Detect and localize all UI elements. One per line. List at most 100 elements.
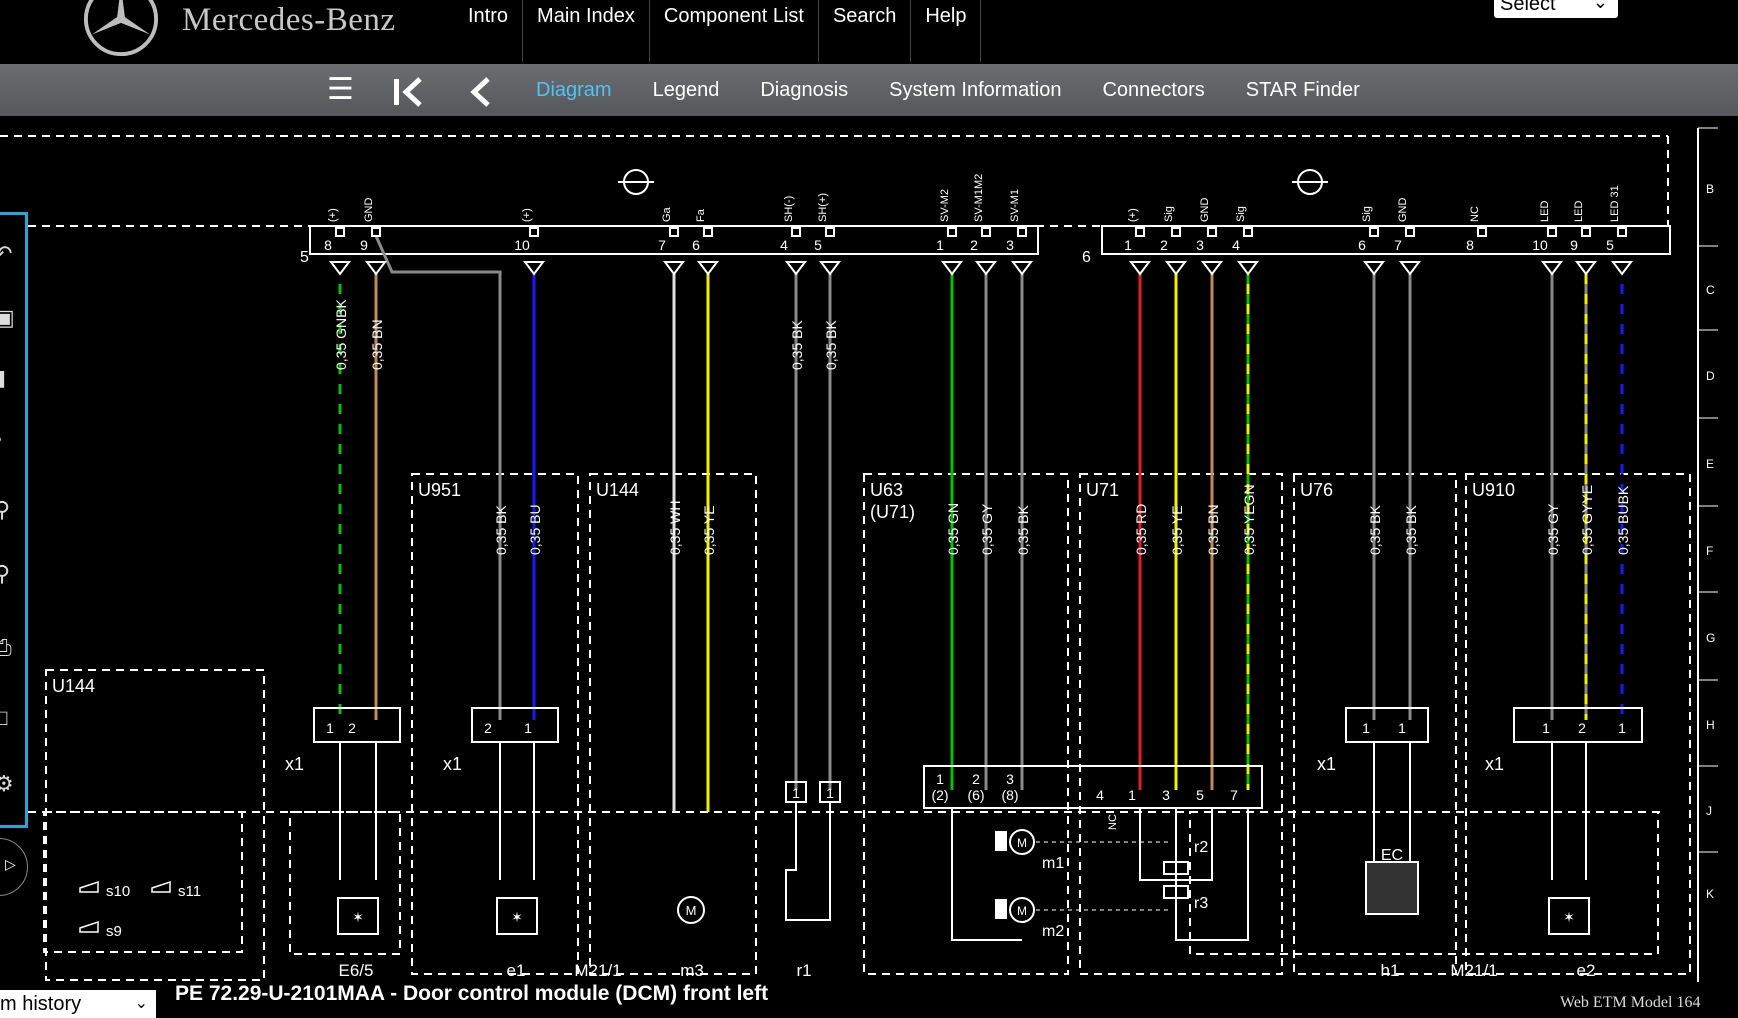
motor-letter: M: [1017, 904, 1027, 918]
wire-label: 0,35 YEGN: [1241, 484, 1257, 555]
pin-number: 3: [1196, 237, 1204, 253]
pin-signal: Sig: [1163, 206, 1175, 222]
motor-letter: M: [1017, 836, 1027, 850]
side-toolbar: ↶ ▣ ▮ • ⚲ ⚲ ⎙ □ ⚙: [0, 212, 28, 828]
component-box: [1189, 811, 1659, 955]
motor-letter: M: [686, 903, 697, 918]
wire-label: 0,35 YE: [701, 505, 717, 555]
pin-arrow: [941, 261, 963, 276]
bottom-label: M21/1: [574, 961, 621, 980]
wire-label: 0,35 BK: [1367, 505, 1383, 555]
wire-label: 0,35 GNBK: [333, 299, 349, 370]
section-sub: (U71): [870, 502, 915, 522]
undo-icon[interactable]: ↶: [0, 241, 12, 267]
pin-arrow: [1237, 261, 1259, 276]
mid-pin: (8): [1001, 787, 1018, 803]
brand-name: Mercedes-Benz: [182, 2, 396, 38]
switch-icon: [151, 880, 171, 893]
diagram-toolbar: ☰ Diagram Legend Diagnosis System Inform…: [0, 64, 1738, 116]
wire-label: 0,35 BK: [1015, 505, 1031, 555]
footer-model: Web ETM Model 164: [1560, 994, 1701, 1011]
pin-arrow: [329, 261, 351, 276]
pin-arrow: [697, 261, 719, 276]
wiring-diagram[interactable]: B C D E F G H J K 5 6 (+) 8 GND 9 (+) 10 Ga 7 Fa 6 SH(-) 4 SH(+…: [0, 116, 1738, 982]
bottom-label: h1: [1381, 961, 1400, 980]
bar-icon[interactable]: ▮: [0, 365, 6, 391]
component-box: [289, 811, 401, 955]
tab-system-information[interactable]: System Information: [889, 64, 1061, 116]
wire-label: 0,35 WH: [667, 501, 683, 555]
tab-star-finder[interactable]: STAR Finder: [1246, 64, 1360, 116]
tab-legend[interactable]: Legend: [653, 64, 720, 116]
wire-label: 0,35 GN: [945, 503, 961, 555]
section-id: U910: [1472, 480, 1515, 500]
wire-label: 0,35 BK: [789, 320, 805, 370]
wire-label: 0,35 BK: [1403, 505, 1419, 555]
wire-label: 0,35 GY: [979, 503, 995, 555]
nav-help[interactable]: Help: [911, 0, 982, 62]
settings-icon[interactable]: ⚙: [0, 771, 14, 797]
lamp-icon: ✶: [1563, 909, 1575, 925]
mercedes-star-icon[interactable]: [82, 0, 160, 58]
page-icon[interactable]: ▣: [0, 305, 15, 331]
x1-label: x1: [443, 754, 462, 774]
wire-label: 0,35 BK: [493, 505, 509, 555]
frame-icon[interactable]: □: [0, 705, 7, 731]
bottom-label: m3: [680, 961, 704, 980]
pin-signal: (+): [521, 208, 533, 222]
grid-letter: D: [1706, 369, 1715, 383]
x1-label: x1: [285, 754, 304, 774]
nav-main-index[interactable]: Main Index: [523, 0, 650, 62]
tab-diagram[interactable]: Diagram: [536, 64, 612, 116]
pin-arrow: [785, 261, 807, 276]
zoom-out-icon[interactable]: ⚲: [0, 561, 10, 587]
pin-socket: [947, 227, 957, 237]
pin-signal: SV-M2: [939, 189, 951, 222]
grid-letter: E: [1706, 457, 1714, 471]
pin-arrow: [523, 261, 545, 276]
tab-connectors[interactable]: Connectors: [1102, 64, 1204, 116]
pot-wiring: [1139, 808, 1249, 941]
model-select[interactable]: Select ⌄: [1494, 0, 1618, 18]
pin-arrow: [1165, 261, 1187, 276]
pin-arrow: [663, 261, 685, 276]
nav-search[interactable]: Search: [819, 0, 912, 62]
tab-diagnosis[interactable]: Diagnosis: [760, 64, 848, 116]
nav-component-list[interactable]: Component List: [650, 0, 819, 62]
pin-signal: (+): [1127, 208, 1139, 222]
diagram-frame: [0, 127, 1718, 982]
pin-signal: Ga: [661, 206, 673, 222]
lamp-icon: ✶: [352, 909, 364, 925]
grid-letter: K: [1706, 887, 1714, 901]
pin-socket: [1017, 227, 1027, 237]
sensor-pin-label: 1: [826, 785, 834, 801]
pin-signal: SH(-): [783, 196, 795, 222]
pin-number: 8: [324, 237, 332, 253]
pin-number: 3: [1006, 237, 1014, 253]
print-icon[interactable]: ⎙: [0, 635, 12, 661]
pin-number: 8: [1466, 237, 1474, 253]
pin-arrow: [1399, 261, 1421, 276]
menu-icon[interactable]: ☰: [327, 74, 354, 106]
pointer-icon[interactable]: •: [0, 427, 2, 453]
pin-number: 10: [514, 237, 530, 253]
wire-label: 0,35 YE: [1169, 505, 1185, 555]
previous-page-icon[interactable]: [468, 76, 492, 108]
mid-pin: 7: [1230, 787, 1238, 803]
x1-pin: 1: [1618, 720, 1626, 736]
zoom-in-icon[interactable]: ⚲: [0, 497, 10, 523]
pin-number: 7: [1394, 237, 1402, 253]
mid-pin: 3: [1162, 787, 1170, 803]
switch-icon: [79, 920, 99, 933]
mid-pin: 5: [1196, 787, 1204, 803]
sensor-pin-label: 1: [792, 785, 800, 801]
section-id: U144: [596, 480, 639, 500]
pin-socket: [703, 227, 713, 237]
motor-label: m1: [1042, 855, 1064, 872]
pin-socket: [1369, 227, 1379, 237]
wire-label: 0,35 BU: [527, 504, 543, 555]
lamp-icon: ✶: [511, 909, 523, 925]
nav-intro[interactable]: Intro: [448, 0, 524, 62]
pin-arrow: [1201, 261, 1223, 276]
first-page-icon[interactable]: [392, 76, 424, 108]
